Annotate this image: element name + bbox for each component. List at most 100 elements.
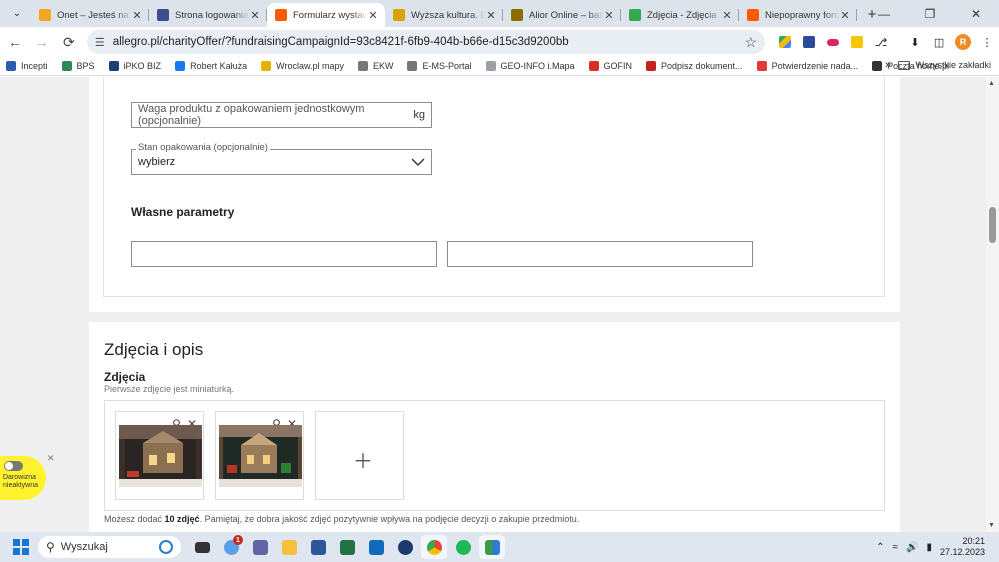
packaging-value: wybierz <box>138 156 176 168</box>
bing-icon[interactable] <box>159 540 173 554</box>
browser-menu-icon[interactable]: ⋮ <box>975 30 999 54</box>
donation-widget[interactable]: Darowizna nieaktywna <box>0 456 46 500</box>
bookmark-item[interactable]: E-MS-Portal <box>407 61 472 71</box>
extension-yellow-icon[interactable] <box>845 30 869 54</box>
windows-start-icon[interactable] <box>13 539 29 555</box>
own-parameter-name-input[interactable] <box>131 241 437 267</box>
bookmark-list: Incepti BPS iPKO BIZ Robert Kałuża Wroclaw.p… <box>6 61 963 71</box>
clock[interactable]: 20:21 27.12.2023 <box>940 536 985 558</box>
close-tab-icon[interactable]: ✕ <box>721 9 733 22</box>
page-scrollbar[interactable]: ▲ ▼ <box>986 77 999 532</box>
photo-thumbnail-1[interactable]: ⚲ ✕ <box>115 411 204 500</box>
wifi-icon[interactable]: ≈ <box>892 542 898 553</box>
browser-tab[interactable]: Zdjęcia - Zdjęcia Google✕ <box>621 3 739 27</box>
tab-list: Onet – Jesteś na bieżąco✕Strona logowani… <box>31 0 857 27</box>
close-tab-icon[interactable]: ✕ <box>603 9 615 22</box>
app-swirl-icon[interactable] <box>392 535 418 559</box>
back-button[interactable]: ← <box>3 30 27 54</box>
browser-tab[interactable]: Formularz wystawiania✕ <box>267 3 385 27</box>
browser-tab[interactable]: Onet – Jesteś na bieżąco✕ <box>31 3 149 27</box>
tab-title: Formularz wystawiania <box>293 9 367 21</box>
close-widget-icon[interactable]: ✕ <box>47 453 55 464</box>
outlook-icon[interactable] <box>363 535 389 559</box>
word-icon[interactable] <box>305 535 331 559</box>
browser-tab[interactable]: Strona logowania | iPKO✕ <box>149 3 267 27</box>
all-bookmarks-button[interactable]: Wszystkie zakładki <box>898 60 991 70</box>
bookmark-item[interactable]: Potwierdzenie nada... <box>756 61 858 71</box>
battery-icon[interactable]: ▮ <box>926 542 932 553</box>
reload-button[interactable]: ⟳ <box>57 30 81 54</box>
close-tab-icon[interactable]: ✕ <box>485 9 497 22</box>
chrome-icon[interactable] <box>421 535 447 559</box>
restore-icon[interactable]: ❐ <box>907 0 953 27</box>
weight-input[interactable]: Waga produktu z opakowaniem jednostkowym… <box>131 102 432 128</box>
photo-thumbnail-2[interactable]: ⚲ ✕ <box>215 411 304 500</box>
bookmark-item[interactable]: Robert Kałuża <box>175 61 247 71</box>
donation-label-line2: nieaktywna <box>3 482 39 489</box>
donation-toggle[interactable] <box>4 461 23 471</box>
site-info-icon[interactable]: ☰ <box>95 36 105 49</box>
tab-favicon-icon <box>511 9 523 21</box>
photos-limit-note: Możesz dodać 10 zdjęć. Pamiętaj, że dobr… <box>104 514 579 524</box>
extension-pink-icon[interactable] <box>821 30 845 54</box>
photos-subtitle: Pierwsze zdjęcie jest miniaturką. <box>104 384 235 394</box>
tab-title: Strona logowania | iPKO <box>175 9 249 21</box>
close-window-icon[interactable]: ✕ <box>953 0 999 27</box>
bookmark-item[interactable]: GEO-INFO i.Mapa <box>485 61 575 71</box>
file-explorer-icon[interactable] <box>276 535 302 559</box>
browser-tab[interactable]: Alior Online – bankowość✕ <box>503 3 621 27</box>
weather-widget-icon[interactable]: 1 <box>218 535 244 559</box>
tab-favicon-icon <box>157 9 169 21</box>
taskbar-search[interactable]: ⚲ Wyszukaj <box>38 536 181 558</box>
side-panel-icon[interactable]: ◫ <box>927 30 951 54</box>
lego-box-photo <box>219 425 302 487</box>
address-bar[interactable]: ☰ allegro.pl/charityOffer/?fundraisingCa… <box>86 30 766 54</box>
lego-box-photo <box>119 425 202 487</box>
bookmark-favicon-icon <box>175 61 186 71</box>
minimize-icon[interactable]: — <box>861 0 907 27</box>
teams-chat-icon[interactable] <box>247 535 273 559</box>
tab-favicon-icon <box>747 9 759 21</box>
extensions-puzzle-icon[interactable]: ⎇ <box>869 30 893 54</box>
bookmark-item[interactable]: GOFIN <box>588 61 632 71</box>
bookmark-item[interactable]: Podpisz dokument... <box>646 61 743 71</box>
close-tab-icon[interactable]: ✕ <box>839 9 851 22</box>
scrollbar-thumb[interactable] <box>989 207 996 243</box>
maps-app-icon[interactable] <box>479 535 505 559</box>
bookmark-item[interactable]: EKW <box>357 61 393 71</box>
bookmarks-bar: Incepti BPS iPKO BIZ Robert Kałuża Wroclaw.p… <box>0 57 999 76</box>
bookmark-favicon-icon <box>588 61 599 71</box>
packaging-select[interactable]: Stan opakowania (opcjonalnie) wybierz <box>131 142 432 175</box>
task-view-icon[interactable] <box>189 535 215 559</box>
url-text[interactable]: allegro.pl/charityOffer/?fundraisingCamp… <box>113 36 745 48</box>
bookmark-item[interactable]: Incepti <box>6 61 48 71</box>
bookmark-item[interactable]: BPS <box>61 61 95 71</box>
spotify-icon[interactable] <box>450 535 476 559</box>
extension-blue-icon[interactable] <box>797 30 821 54</box>
browser-tab[interactable]: Niepoprawny formularz✕ <box>739 3 857 27</box>
excel-icon[interactable] <box>334 535 360 559</box>
forward-button[interactable]: → <box>30 30 54 54</box>
tab-title: Alior Online – bankowość <box>529 9 603 21</box>
note-prefix: Możesz dodać <box>104 514 163 524</box>
close-tab-icon[interactable]: ✕ <box>249 9 261 22</box>
volume-icon[interactable]: 🔊 <box>906 542 918 553</box>
weight-placeholder: Waga produktu z opakowaniem jednostkowym… <box>138 103 365 127</box>
tab-search-chevron-icon[interactable]: ⌄ <box>5 2 29 24</box>
scroll-up-icon[interactable]: ▲ <box>988 80 995 87</box>
tray-overflow-icon[interactable]: ⌃ <box>876 542 884 553</box>
bookmarks-overflow-icon[interactable]: » <box>885 59 891 71</box>
bookmark-item[interactable]: iPKO BIZ <box>108 61 161 71</box>
bookmark-star-icon[interactable]: ☆ <box>744 34 757 51</box>
own-parameter-value-input[interactable] <box>447 241 753 267</box>
scroll-down-icon[interactable]: ▼ <box>988 522 995 529</box>
bookmark-item[interactable]: Wroclaw.pl mapy <box>261 61 344 71</box>
taskbar-apps: 1 <box>189 535 508 559</box>
browser-tab[interactable]: Wyższa kultura. Bank✕ <box>385 3 503 27</box>
google-drive-icon[interactable] <box>773 30 797 54</box>
close-tab-icon[interactable]: ✕ <box>367 9 379 22</box>
profile-avatar[interactable]: R <box>955 34 972 50</box>
close-tab-icon[interactable]: ✕ <box>131 9 143 22</box>
add-photo-button[interactable]: ＋ <box>315 411 404 500</box>
downloads-icon[interactable]: ⬇ <box>903 30 927 54</box>
